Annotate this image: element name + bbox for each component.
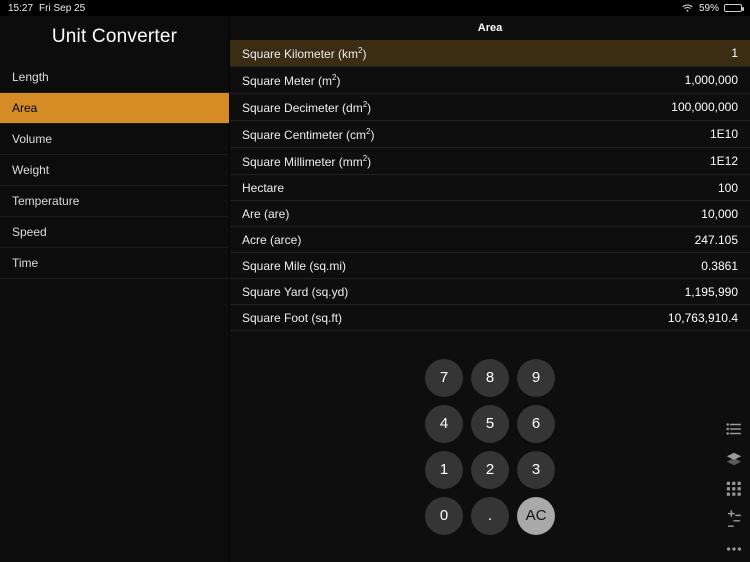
unit-value: 1E12	[710, 154, 738, 168]
unit-row[interactable]: Square Millimeter (mm2) 1E12	[230, 148, 750, 175]
unit-label: Square Yard (sq.yd)	[242, 285, 348, 299]
unit-value: 1	[731, 46, 738, 60]
main-title: Area	[230, 16, 750, 40]
unit-row[interactable]: Square Yard (sq.yd) 1,195,990	[230, 279, 750, 305]
unit-row[interactable]: Square Meter (m2) 1,000,000	[230, 67, 750, 94]
more-icon[interactable]	[724, 540, 744, 558]
key-8[interactable]: 8	[471, 359, 509, 397]
unit-label: Hectare	[242, 181, 284, 195]
unit-label: Square Meter (m2)	[242, 73, 340, 88]
unit-row[interactable]: Square Mile (sq.mi) 0.3861	[230, 253, 750, 279]
list-icon[interactable]	[724, 420, 744, 438]
unit-label: Square Mile (sq.mi)	[242, 259, 346, 273]
status-time: 15:27	[8, 3, 33, 14]
sidebar-item-volume[interactable]: Volume	[0, 124, 229, 155]
unit-row[interactable]: Square Decimeter (dm2) 100,000,000	[230, 94, 750, 121]
category-list: LengthAreaVolumeWeightTemperatureSpeedTi…	[0, 62, 229, 279]
unit-row[interactable]: Square Kilometer (km2) 1	[230, 40, 750, 67]
body: Unit Converter LengthAreaVolumeWeightTem…	[0, 16, 750, 562]
unit-label: Square Kilometer (km2)	[242, 46, 367, 61]
main-panel: Area Square Kilometer (km2) 1 Square Meter…	[230, 16, 750, 562]
unit-label: Square Foot (sq.ft)	[242, 311, 342, 325]
unit-row[interactable]: Hectare 100	[230, 175, 750, 201]
unit-value: 247.105	[695, 233, 738, 247]
plus-minus-icon[interactable]: -	[724, 510, 744, 528]
key-6[interactable]: 6	[517, 405, 555, 443]
status-bar: 15:27 Fri Sep 25 59%	[0, 0, 750, 16]
sidebar-item-area[interactable]: Area	[0, 93, 229, 124]
unit-label: Square Decimeter (dm2)	[242, 100, 371, 115]
keypad-area: 789 456 123 0.AC -	[230, 331, 750, 562]
keypad: 789 456 123 0.AC	[425, 359, 555, 535]
status-right: 59%	[681, 3, 742, 14]
status-left: 15:27 Fri Sep 25	[8, 3, 85, 14]
key-2[interactable]: 2	[471, 451, 509, 489]
sidebar-item-length[interactable]: Length	[0, 62, 229, 93]
sidebar: Unit Converter LengthAreaVolumeWeightTem…	[0, 16, 230, 562]
unit-label: Square Millimeter (mm2)	[242, 154, 371, 169]
svg-text:-: -	[736, 512, 738, 519]
key-0[interactable]: 0	[425, 497, 463, 535]
key-5[interactable]: 5	[471, 405, 509, 443]
sidebar-item-time[interactable]: Time	[0, 248, 229, 279]
sidebar-item-temperature[interactable]: Temperature	[0, 186, 229, 217]
unit-row[interactable]: Square Centimeter (cm2) 1E10	[230, 121, 750, 148]
sidebar-item-speed[interactable]: Speed	[0, 217, 229, 248]
unit-value: 10,000	[701, 207, 738, 221]
unit-row[interactable]: Acre (arce) 247.105	[230, 227, 750, 253]
key-7[interactable]: 7	[425, 359, 463, 397]
key-ac[interactable]: AC	[517, 497, 555, 535]
status-date: Fri Sep 25	[39, 3, 85, 14]
unit-value: 10,763,910.4	[668, 311, 738, 325]
unit-value: 1,195,990	[685, 285, 738, 299]
battery-percent: 59%	[699, 3, 719, 14]
unit-label: Acre (arce)	[242, 233, 301, 247]
unit-row[interactable]: Are (are) 10,000	[230, 201, 750, 227]
key-4[interactable]: 4	[425, 405, 463, 443]
key-dot[interactable]: .	[471, 497, 509, 535]
unit-value: 100,000,000	[671, 100, 738, 114]
key-3[interactable]: 3	[517, 451, 555, 489]
grid-icon[interactable]	[724, 480, 744, 498]
tool-column: -	[724, 420, 744, 558]
app-title: Unit Converter	[0, 16, 229, 62]
wifi-icon	[681, 3, 694, 13]
unit-label: Are (are)	[242, 207, 289, 221]
key-1[interactable]: 1	[425, 451, 463, 489]
unit-value: 100	[718, 181, 738, 195]
unit-list: Square Kilometer (km2) 1 Square Meter (m2)…	[230, 40, 750, 331]
battery-icon	[724, 4, 742, 12]
layers-icon[interactable]	[724, 450, 744, 468]
key-9[interactable]: 9	[517, 359, 555, 397]
app-root: 15:27 Fri Sep 25 59% Unit Converter Leng…	[0, 0, 750, 562]
unit-value: 1E10	[710, 127, 738, 141]
sidebar-item-weight[interactable]: Weight	[0, 155, 229, 186]
unit-row[interactable]: Square Foot (sq.ft) 10,763,910.4	[230, 305, 750, 331]
unit-label: Square Centimeter (cm2)	[242, 127, 375, 142]
unit-value: 1,000,000	[685, 73, 738, 87]
unit-value: 0.3861	[701, 259, 738, 273]
